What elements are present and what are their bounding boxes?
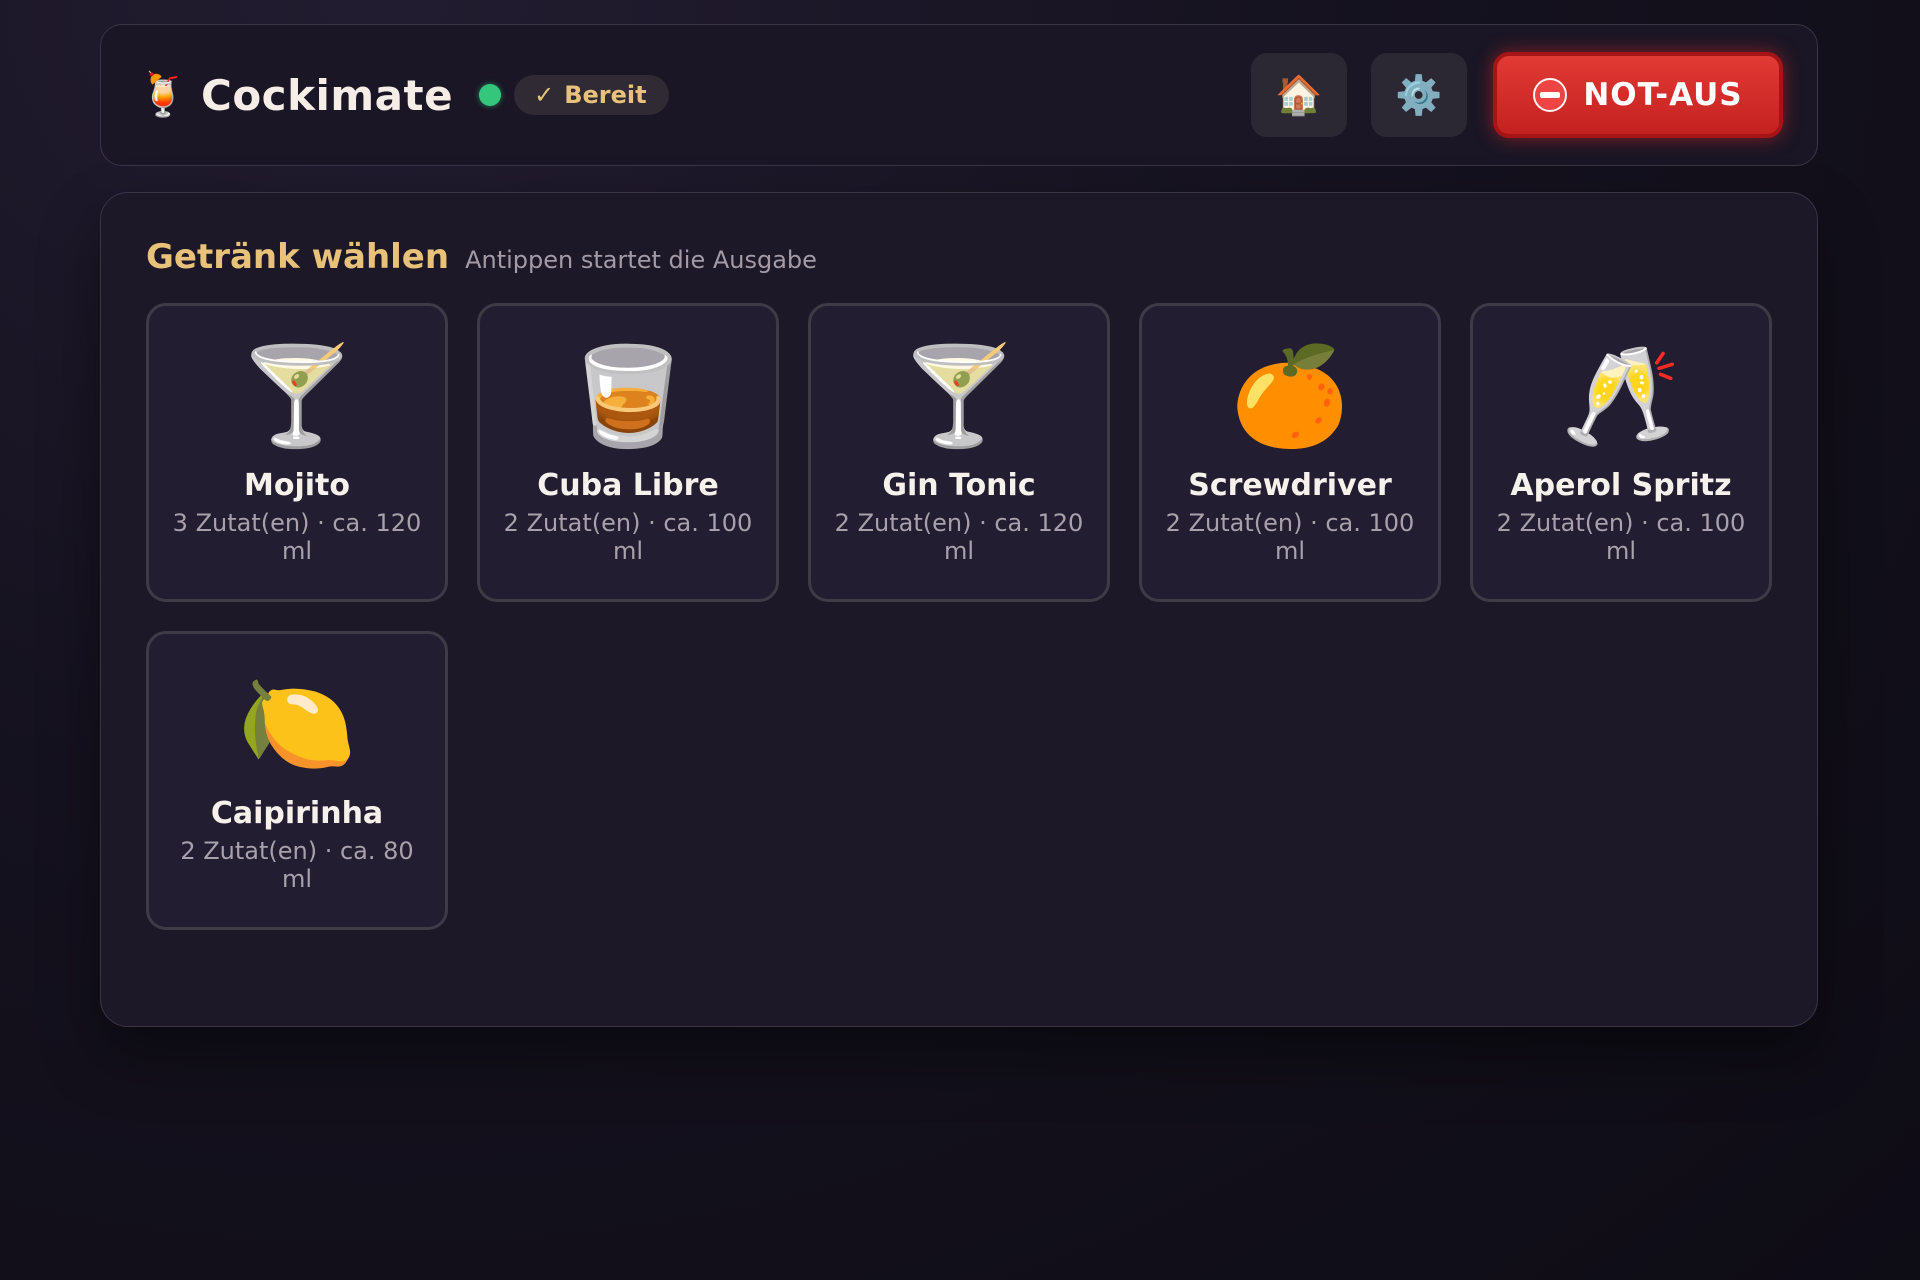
drink-card-caipirinha[interactable]: 🍋 Caipirinha 2 Zutat(en) · ca. 80 ml xyxy=(146,631,448,930)
drink-grid: 🍸 Mojito 3 Zutat(en) · ca. 120 ml 🥃 Cuba… xyxy=(146,303,1774,930)
clinking-glasses-icon: 🥂 xyxy=(1561,340,1681,452)
panel-subtitle: Antippen startet die Ausgabe xyxy=(465,246,817,274)
emergency-stop-button[interactable]: NOT-AUS xyxy=(1493,52,1783,138)
drink-card-screwdriver[interactable]: 🍊 Screwdriver 2 Zutat(en) · ca. 100 ml xyxy=(1139,303,1441,602)
drink-selection-panel: Getränk wählen Antippen startet die Ausg… xyxy=(100,192,1818,1027)
panel-header: Getränk wählen Antippen startet die Ausg… xyxy=(146,237,817,277)
lemon-icon: 🍋 xyxy=(237,668,357,780)
cocktail-glass-icon: 🍸 xyxy=(899,340,1019,452)
app-title: Cockimate xyxy=(201,70,454,120)
home-button[interactable]: 🏠 xyxy=(1251,53,1347,137)
drink-details: 2 Zutat(en) · ca. 100 ml xyxy=(1496,509,1746,565)
drink-details: 2 Zutat(en) · ca. 80 ml xyxy=(180,837,414,893)
drink-card-aperol-spritz[interactable]: 🥂 Aperol Spritz 2 Zutat(en) · ca. 100 ml xyxy=(1470,303,1772,602)
settings-button[interactable]: ⚙️ xyxy=(1371,53,1467,137)
drink-card-mojito[interactable]: 🍸 Mojito 3 Zutat(en) · ca. 120 ml xyxy=(146,303,448,602)
check-icon: ✓ xyxy=(534,81,555,109)
status-indicator-dot xyxy=(479,84,502,106)
drink-card-gin-tonic[interactable]: 🍸 Gin Tonic 2 Zutat(en) · ca. 120 ml xyxy=(808,303,1110,602)
status-badge: ✓ Bereit xyxy=(514,75,669,115)
panel-title: Getränk wählen xyxy=(146,237,450,277)
tumbler-glass-icon: 🥃 xyxy=(568,340,688,452)
drink-name: Screwdriver xyxy=(1188,468,1392,503)
orange-icon: 🍊 xyxy=(1230,340,1350,452)
cocktail-glass-icon: 🍸 xyxy=(237,340,357,452)
emergency-stop-label: NOT-AUS xyxy=(1583,77,1743,113)
home-icon: 🏠 xyxy=(1275,72,1323,117)
gear-icon: ⚙️ xyxy=(1395,72,1443,117)
status-label: Bereit xyxy=(564,81,647,109)
stop-sign-icon xyxy=(1533,78,1568,112)
drink-name: Aperol Spritz xyxy=(1510,468,1732,503)
drink-details: 2 Zutat(en) · ca. 100 ml xyxy=(1165,509,1415,565)
top-bar: 🍹 Cockimate ✓ Bereit 🏠 ⚙️ NOT-AUS xyxy=(100,24,1818,166)
drink-details: 3 Zutat(en) · ca. 120 ml xyxy=(172,509,422,565)
drink-details: 2 Zutat(en) · ca. 100 ml xyxy=(503,509,753,565)
drink-details: 2 Zutat(en) · ca. 120 ml xyxy=(834,509,1084,565)
drink-card-cuba-libre[interactable]: 🥃 Cuba Libre 2 Zutat(en) · ca. 100 ml xyxy=(477,303,779,602)
drink-name: Cuba Libre xyxy=(537,468,719,503)
drink-name: Caipirinha xyxy=(210,796,384,831)
drink-name: Mojito xyxy=(244,468,350,503)
drink-name: Gin Tonic xyxy=(882,468,1036,503)
tropical-drink-icon: 🍹 xyxy=(137,70,190,119)
